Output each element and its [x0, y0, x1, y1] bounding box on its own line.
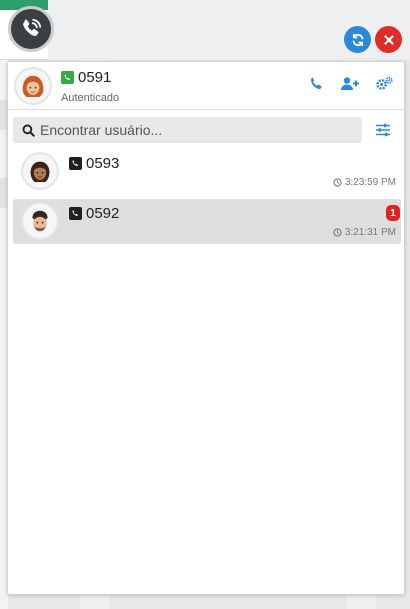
- contact-name: 0592: [69, 205, 119, 222]
- phone-green-icon: [61, 71, 74, 84]
- search-icon: [16, 124, 40, 137]
- add-user-icon: [341, 76, 359, 90]
- refresh-icon: [352, 33, 363, 46]
- contact-extension: 0593: [86, 155, 120, 172]
- contact-avatar: [21, 152, 59, 190]
- refresh-button[interactable]: [344, 26, 371, 53]
- close-button[interactable]: [375, 26, 402, 53]
- contact-avatar: [21, 202, 59, 240]
- phone-icon: [69, 207, 82, 220]
- filter-button[interactable]: [373, 120, 393, 140]
- phone-icon: [310, 76, 322, 89]
- contact-time: 3:21:31 PM: [333, 227, 396, 238]
- current-user-header: 0591 Autenticado: [8, 62, 404, 110]
- search-row: [13, 117, 401, 145]
- phone-icon: [69, 157, 82, 170]
- clock-icon: [333, 178, 342, 187]
- unread-badge: 1: [386, 205, 400, 221]
- chat-panel: 0591 Autenticado Encontrar usuário... 05…: [7, 61, 405, 595]
- settings-button[interactable]: [374, 74, 394, 92]
- contact-item[interactable]: 0592 1 3:21:31 PM: [13, 199, 401, 244]
- clock-icon: [333, 228, 342, 237]
- contact-name: 0593: [69, 155, 119, 172]
- phone-logo-icon[interactable]: [8, 6, 54, 52]
- contact-time: 3:23:59 PM: [333, 177, 396, 188]
- search-box: [13, 117, 362, 143]
- current-user-status: Autenticado: [61, 92, 120, 104]
- sliders-icon: [376, 123, 390, 137]
- contact-item[interactable]: 0593 3:23:59 PM: [13, 149, 401, 194]
- current-user-name: 0591: [61, 69, 111, 86]
- settings-icon: [375, 76, 393, 90]
- close-icon: [383, 34, 394, 45]
- contact-extension: 0592: [86, 205, 120, 222]
- add-user-button[interactable]: [340, 74, 360, 92]
- contact-time-text: 3:21:31 PM: [344, 227, 396, 238]
- current-user-extension: 0591: [78, 69, 112, 86]
- search-input[interactable]: [40, 118, 350, 142]
- current-user-avatar: [14, 67, 52, 105]
- call-button[interactable]: [306, 74, 326, 92]
- header-actions: [306, 74, 394, 92]
- contact-time-text: 3:23:59 PM: [344, 177, 396, 188]
- phone-waves-icon: [23, 18, 42, 37]
